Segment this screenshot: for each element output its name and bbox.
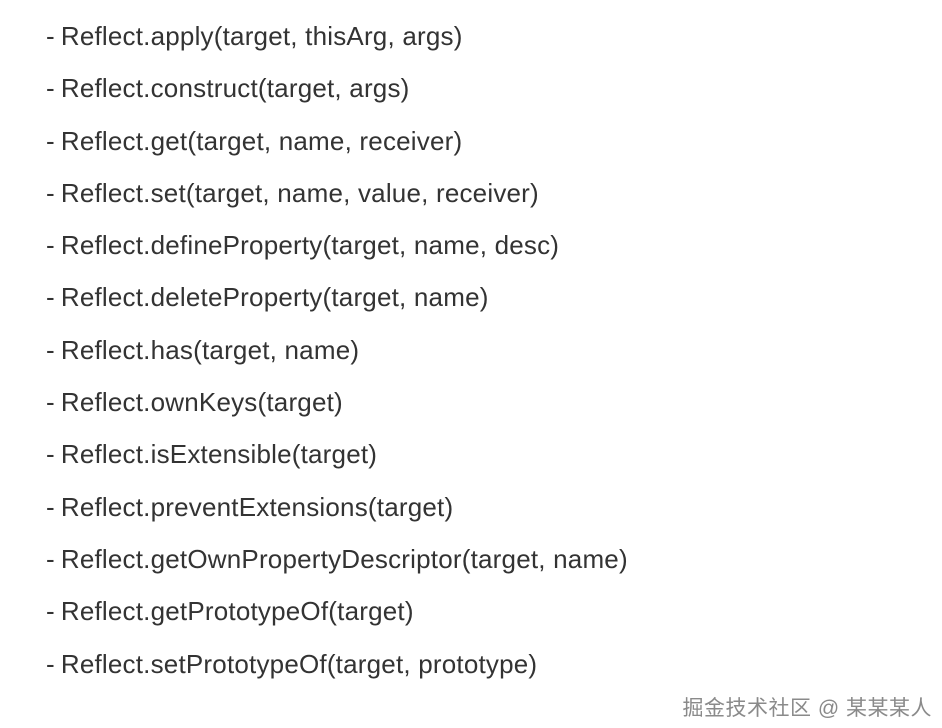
list-item: - Reflect.getPrototypeOf(target) bbox=[46, 595, 942, 629]
list-item: - Reflect.preventExtensions(target) bbox=[46, 491, 942, 525]
list-item: - Reflect.get(target, name, receiver) bbox=[46, 125, 942, 159]
list-item-text: Reflect.construct(target, args) bbox=[61, 72, 410, 106]
list-item-text: Reflect.defineProperty(target, name, des… bbox=[61, 229, 559, 263]
bullet-icon: - bbox=[46, 72, 55, 106]
list-item-text: Reflect.set(target, name, value, receive… bbox=[61, 177, 539, 211]
bullet-icon: - bbox=[46, 648, 55, 682]
list-item: - Reflect.setPrototypeOf(target, prototy… bbox=[46, 648, 942, 682]
bullet-icon: - bbox=[46, 281, 55, 315]
bullet-icon: - bbox=[46, 595, 55, 629]
list-item-text: Reflect.setPrototypeOf(target, prototype… bbox=[61, 648, 537, 682]
list-item-text: Reflect.isExtensible(target) bbox=[61, 438, 377, 472]
list-item: - Reflect.defineProperty(target, name, d… bbox=[46, 229, 942, 263]
list-item-text: Reflect.apply(target, thisArg, args) bbox=[61, 20, 463, 54]
bullet-icon: - bbox=[46, 543, 55, 577]
bullet-icon: - bbox=[46, 125, 55, 159]
list-item-text: Reflect.has(target, name) bbox=[61, 334, 359, 368]
list-item-text: Reflect.ownKeys(target) bbox=[61, 386, 343, 420]
list-item: - Reflect.ownKeys(target) bbox=[46, 386, 942, 420]
list-item: - Reflect.construct(target, args) bbox=[46, 72, 942, 106]
list-item-text: Reflect.preventExtensions(target) bbox=[61, 491, 453, 525]
list-item-text: Reflect.getOwnPropertyDescriptor(target,… bbox=[61, 543, 628, 577]
list-item: - Reflect.has(target, name) bbox=[46, 334, 942, 368]
bullet-icon: - bbox=[46, 20, 55, 54]
list-item: - Reflect.isExtensible(target) bbox=[46, 438, 942, 472]
list-item-text: Reflect.deleteProperty(target, name) bbox=[61, 281, 489, 315]
list-item-text: Reflect.get(target, name, receiver) bbox=[61, 125, 463, 159]
bullet-icon: - bbox=[46, 386, 55, 420]
bullet-icon: - bbox=[46, 438, 55, 472]
bullet-icon: - bbox=[46, 334, 55, 368]
bullet-icon: - bbox=[46, 177, 55, 211]
bullet-icon: - bbox=[46, 229, 55, 263]
list-item: - Reflect.set(target, name, value, recei… bbox=[46, 177, 942, 211]
bullet-icon: - bbox=[46, 491, 55, 525]
list-container: - Reflect.apply(target, thisArg, args) -… bbox=[46, 20, 942, 681]
list-item: - Reflect.getOwnPropertyDescriptor(targe… bbox=[46, 543, 942, 577]
list-item: - Reflect.apply(target, thisArg, args) bbox=[46, 20, 942, 54]
list-item: - Reflect.deleteProperty(target, name) bbox=[46, 281, 942, 315]
watermark-text: 掘金技术社区 @ 某某某人 bbox=[683, 692, 933, 722]
list-item-text: Reflect.getPrototypeOf(target) bbox=[61, 595, 414, 629]
